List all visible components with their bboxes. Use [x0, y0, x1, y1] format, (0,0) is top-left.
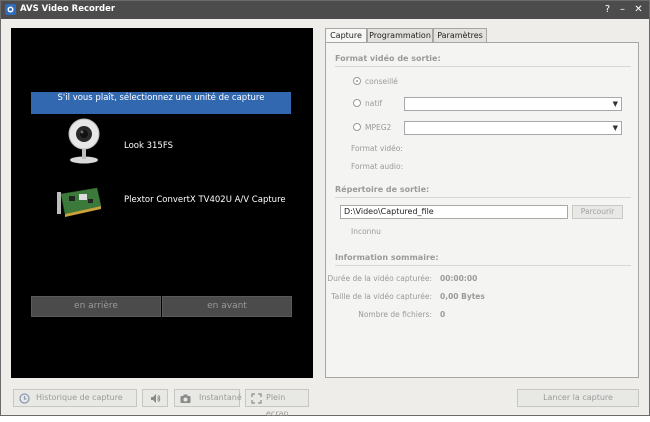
radio-native-label: natif	[365, 99, 383, 108]
mpeg2-format-dropdown[interactable]: ▼	[404, 121, 622, 135]
title-bar: AVS Video Recorder ? – ✕	[1, 1, 649, 19]
size-value: 0,00 Bytes	[440, 292, 485, 301]
video-format-label: Format vidéo:	[351, 144, 403, 153]
output-section-title: Répertoire de sortie:	[335, 185, 430, 194]
divider	[335, 197, 631, 198]
history-icon	[19, 393, 30, 404]
app-window: AVS Video Recorder ? – ✕ S'il vous plaît…	[0, 0, 650, 418]
tab-capture[interactable]: Capture	[325, 28, 367, 43]
chevron-down-icon: ▼	[612, 124, 618, 132]
radio-native[interactable]	[353, 99, 361, 107]
fullscreen-label: Plein ecran	[266, 393, 289, 418]
device-item-webcam[interactable]: Look 315FS	[124, 141, 173, 152]
summary-section-title: Information sommaire:	[335, 253, 439, 262]
format-section-title: Format vidéo de sortie:	[335, 54, 441, 63]
size-label: Taille de la vidéo capturée:	[331, 292, 432, 301]
speaker-icon	[151, 394, 161, 403]
divider	[335, 265, 631, 266]
radio-recommended[interactable]	[353, 77, 361, 85]
device-prompt: S'il vous plaît, sélectionnez une unité …	[31, 92, 291, 114]
capture-history-label: Historique de capture	[36, 393, 123, 402]
browse-button[interactable]: Parcourir	[572, 205, 623, 219]
start-capture-button[interactable]: Lancer la capture	[517, 389, 639, 407]
file-count-value: 0	[440, 310, 446, 319]
tab-parameters[interactable]: Paramètres	[433, 28, 487, 42]
radio-mpeg2[interactable]	[353, 123, 361, 131]
radio-recommended-label: conseillé	[365, 77, 398, 86]
radio-mpeg2-label: MPEG2	[365, 123, 392, 132]
webcam-icon	[68, 118, 100, 164]
snapshot-button[interactable]: Instantané	[174, 389, 242, 407]
window-title: AVS Video Recorder	[20, 4, 116, 14]
camera-icon	[180, 394, 191, 403]
app-logo-icon	[5, 4, 16, 15]
chevron-down-icon: ▼	[612, 100, 618, 108]
close-button[interactable]: ✕	[632, 3, 645, 16]
output-path-input[interactable]: D:\Video\Captured_file	[340, 205, 568, 219]
snapshot-label: Instantané	[199, 393, 242, 402]
device-selection-panel: S'il vous plaît, sélectionnez une unité …	[11, 28, 313, 378]
volume-button[interactable]	[142, 389, 168, 407]
output-status: Inconnu	[351, 227, 381, 236]
forward-button[interactable]: en avant	[162, 296, 292, 317]
device-item-capture-card[interactable]: Plextor ConvertX TV402U A/V Capture	[124, 195, 294, 206]
back-button[interactable]: en arrière	[31, 296, 161, 317]
help-button[interactable]: ?	[601, 3, 614, 16]
fullscreen-button[interactable]: Plein ecran	[245, 389, 309, 418]
fullscreen-icon	[251, 393, 262, 404]
capture-history-button[interactable]: Historique de capture	[13, 389, 137, 407]
minimize-button[interactable]: –	[616, 3, 629, 16]
capture-settings-panel: Format vidéo de sortie: conseillé natif …	[325, 42, 639, 378]
duration-value: 00:00:00	[440, 274, 478, 283]
capture-card-icon	[57, 187, 102, 217]
native-format-dropdown[interactable]: ▼	[404, 97, 622, 111]
duration-label: Durée de la vidéo capturée:	[327, 274, 432, 283]
tab-scheduling[interactable]: Programmation	[367, 28, 433, 42]
audio-format-label: Format audio:	[351, 162, 404, 171]
file-count-label: Nombre de fichiers:	[358, 310, 432, 319]
divider	[335, 66, 631, 67]
